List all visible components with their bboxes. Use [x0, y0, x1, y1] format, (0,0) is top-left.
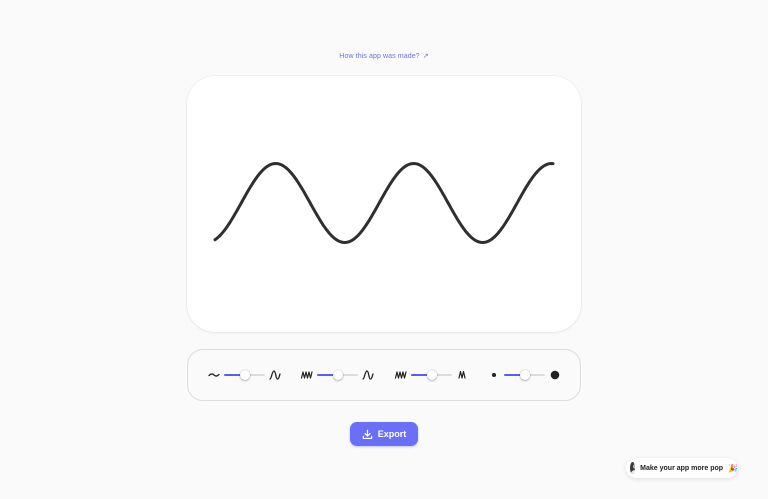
app-page: How this app was made? ↗ Export Make you…	[0, 0, 768, 499]
slider-thumb[interactable]	[519, 370, 530, 380]
sparse-wave-icon	[362, 370, 374, 380]
small-dot-icon	[492, 373, 496, 377]
avatar	[630, 462, 636, 474]
wave-preview	[213, 162, 555, 244]
dense-wave-icon	[300, 371, 313, 379]
amplitude-control	[394, 350, 474, 400]
large-dot-icon	[550, 370, 560, 380]
amplitude-slider[interactable]	[411, 369, 452, 381]
slider-thumb[interactable]	[426, 370, 437, 380]
controls-bar	[187, 349, 581, 401]
wave-line	[213, 162, 555, 244]
download-icon	[362, 429, 372, 439]
party-popper-icon: 🎉	[728, 463, 738, 473]
short-wave-icon	[458, 370, 466, 379]
promo-badge[interactable]: Make your app more pop 🎉	[626, 458, 738, 478]
smoothness-control	[207, 350, 287, 400]
slider-thumb[interactable]	[332, 370, 343, 380]
wave-canvas	[187, 76, 581, 332]
frequency-control	[300, 350, 380, 400]
export-label: Export	[377, 429, 407, 439]
how-made-link[interactable]: How this app was made? ↗	[0, 52, 768, 60]
smoothness-slider[interactable]	[224, 369, 265, 381]
promo-text: Make your app more pop	[640, 464, 724, 472]
how-made-link-label: How this app was made?	[339, 53, 420, 60]
flat-wave-icon	[208, 373, 220, 377]
stroke-width-control	[487, 350, 567, 400]
export-button[interactable]: Export	[350, 422, 418, 446]
stroke-width-slider[interactable]	[504, 369, 545, 381]
tall-wave-icon	[394, 371, 407, 379]
frequency-slider[interactable]	[317, 369, 358, 381]
single-peak-icon	[269, 370, 281, 380]
slider-thumb[interactable]	[239, 370, 250, 380]
arrow-up-right-icon: ↗	[422, 53, 429, 60]
